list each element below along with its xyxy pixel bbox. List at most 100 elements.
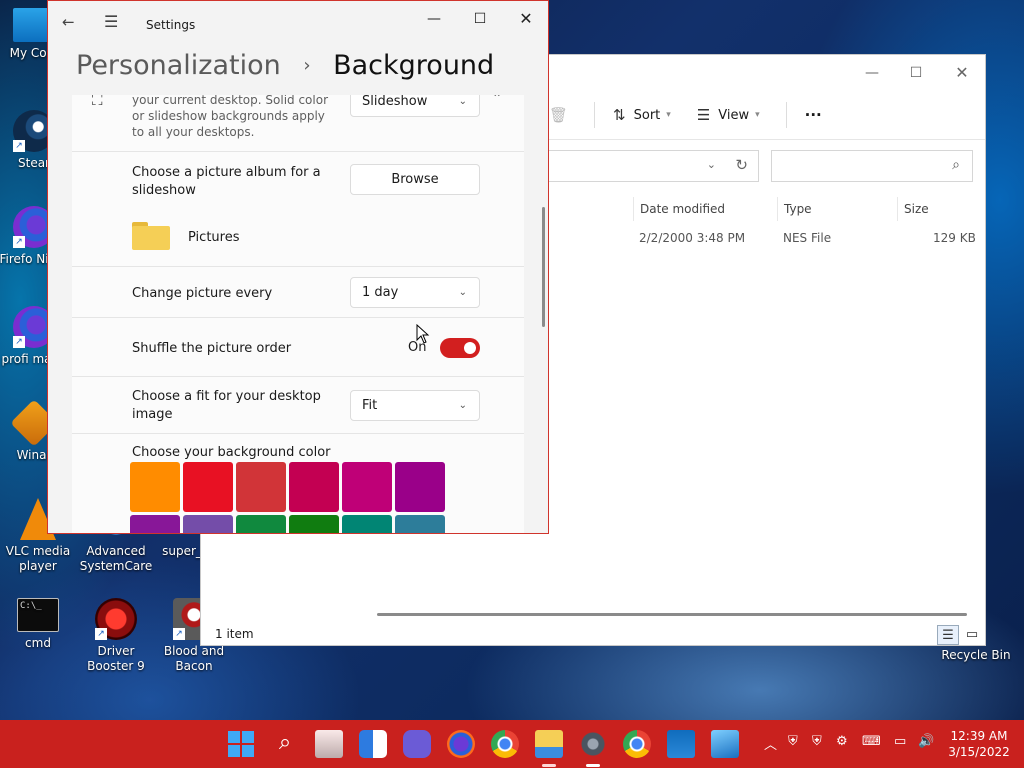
change-interval-dropdown[interactable]: 1 day ⌄ [350, 277, 480, 308]
item-count: 1 item [215, 627, 254, 641]
background-type-value: Slideshow [362, 95, 428, 109]
search-icon[interactable]: ⌕ [271, 730, 299, 758]
firefox-icon[interactable] [447, 730, 475, 758]
background-type-description: your current desktop. Solid color or sli… [132, 95, 329, 139]
chevron-down-icon: ▾ [666, 110, 671, 120]
address-bar[interactable]: ⌄ ↻ [549, 150, 759, 182]
settings-content: ⛶ your current desktop. Solid color or s… [72, 95, 524, 533]
search-input[interactable]: ⌕ [771, 150, 973, 182]
breadcrumb-personalization[interactable]: Personalization [76, 50, 281, 81]
more-options-button[interactable]: ··· [805, 106, 822, 124]
chevron-down-icon: ⌄ [458, 287, 467, 298]
file-explorer-icon[interactable] [535, 730, 563, 758]
settings-gear-icon[interactable] [579, 730, 607, 758]
breadcrumb: Personalization › Background [76, 47, 494, 88]
chevron-down-icon[interactable]: ⌄ [707, 158, 716, 171]
widgets-icon[interactable] [359, 730, 387, 758]
picture-icon: ⛶ [92, 95, 103, 109]
color-swatch[interactable] [130, 515, 180, 533]
chevron-up-icon[interactable]: ⌃ [492, 95, 502, 105]
close-button[interactable]: ✕ [504, 7, 548, 31]
chrome-icon[interactable] [623, 730, 651, 758]
color-swatch[interactable] [183, 462, 233, 512]
desktop-icon-label: Advanced SystemCare [79, 544, 153, 573]
minimize-button[interactable]: — [849, 59, 895, 87]
picture-album-card: Choose a picture album for a slideshow B… [72, 151, 524, 266]
file-type[interactable]: NES File [783, 231, 831, 245]
fit-value: Fit [362, 398, 378, 413]
clock-date: 3/15/2022 [948, 745, 1010, 759]
mail-icon[interactable] [667, 730, 695, 758]
desktop-icon-cmd[interactable]: C:\_ cmd [0, 598, 76, 651]
column-header-date[interactable]: Date modified [633, 197, 777, 221]
photos-icon[interactable] [711, 730, 739, 758]
desktop-icon-driver-booster[interactable]: ↗ Driver Booster 9 [78, 598, 154, 674]
search-icon: ⌕ [952, 157, 960, 173]
clock[interactable]: 12:39 AM 3/15/2022 [944, 728, 1014, 760]
minimize-button[interactable]: — [412, 7, 456, 31]
color-swatch[interactable] [342, 515, 392, 533]
security-shield-icon[interactable]: ⛨ [788, 734, 798, 749]
shuffle-label: Shuffle the picture order [132, 341, 292, 356]
more-icon: ··· [804, 106, 822, 124]
shortcut-arrow-icon: ↗ [13, 336, 25, 348]
defender-icon[interactable]: ⛨ [812, 734, 822, 749]
column-header-type[interactable]: Type [777, 197, 897, 221]
vertical-scrollbar[interactable] [542, 207, 545, 327]
terminal-icon: C:\_ [17, 598, 59, 632]
color-swatch[interactable] [395, 515, 445, 533]
file-size[interactable]: 129 KB [933, 231, 976, 245]
column-header-size[interactable]: Size [897, 197, 973, 221]
shortcut-arrow-icon: ↗ [95, 628, 107, 640]
hamburger-menu-icon[interactable]: ☰ [104, 12, 118, 31]
chevron-down-icon: ▾ [755, 110, 760, 120]
keyboard-icon[interactable]: ⌨ [862, 734, 881, 749]
close-button[interactable]: ✕ [939, 59, 985, 87]
background-color-label: Choose your background color [132, 445, 331, 460]
color-swatch[interactable] [342, 462, 392, 512]
chrome-icon[interactable] [491, 730, 519, 758]
delete-button[interactable]: 🗑 [549, 106, 576, 124]
album-folder-name[interactable]: Pictures [188, 229, 239, 247]
sort-button[interactable]: ⇅ Sort ▾ [613, 106, 671, 124]
chevron-right-icon: › [303, 55, 311, 76]
fit-card: Choose a fit for your desktop image Fit … [72, 376, 524, 433]
color-swatch[interactable] [395, 462, 445, 512]
color-swatch[interactable] [183, 515, 233, 533]
sort-label: Sort [633, 107, 661, 123]
maximize-button[interactable]: ☐ [893, 59, 939, 87]
color-swatch[interactable] [130, 462, 180, 512]
folder-icon [132, 222, 170, 250]
volume-icon[interactable]: 🔊 [918, 734, 934, 749]
task-view-icon[interactable] [315, 730, 343, 758]
trash-icon: 🗑 [549, 106, 569, 124]
app-tray-icon[interactable]: ⚙ [836, 734, 848, 749]
color-swatch[interactable] [289, 462, 339, 512]
horizontal-scrollbar[interactable] [377, 613, 967, 616]
mouse-cursor-icon [416, 324, 430, 344]
maximize-button[interactable]: ☐ [458, 7, 502, 31]
network-icon[interactable]: ▭ [894, 734, 906, 749]
shuffle-toggle[interactable] [440, 338, 480, 358]
color-swatch[interactable] [236, 515, 286, 533]
color-swatch[interactable] [289, 515, 339, 533]
start-windows-icon[interactable] [227, 730, 255, 758]
shuffle-card: Shuffle the picture order On [72, 317, 524, 376]
teams-chat-icon[interactable] [403, 730, 431, 758]
view-label: View [718, 107, 750, 123]
file-date[interactable]: 2/2/2000 3:48 PM [639, 231, 745, 245]
app-title: Settings [146, 18, 196, 32]
fit-dropdown[interactable]: Fit ⌄ [350, 390, 480, 421]
refresh-icon[interactable]: ↻ [735, 156, 748, 174]
view-button[interactable]: ☰ View ▾ [697, 106, 760, 124]
background-type-dropdown[interactable]: Slideshow ⌄ [350, 95, 480, 117]
back-arrow-icon[interactable]: ← [62, 13, 75, 31]
color-swatch[interactable] [236, 462, 286, 512]
toolbar-divider [785, 102, 787, 128]
chevron-up-icon[interactable]: ︿ [764, 734, 777, 753]
desktop-icon-label: VLC media player [5, 544, 71, 573]
desktop-icon-label: Driver Booster 9 [87, 644, 145, 673]
tiles-view-button[interactable]: ▭ [961, 625, 983, 645]
browse-button[interactable]: Browse [350, 164, 480, 195]
details-view-button[interactable]: ☰ [937, 625, 959, 645]
